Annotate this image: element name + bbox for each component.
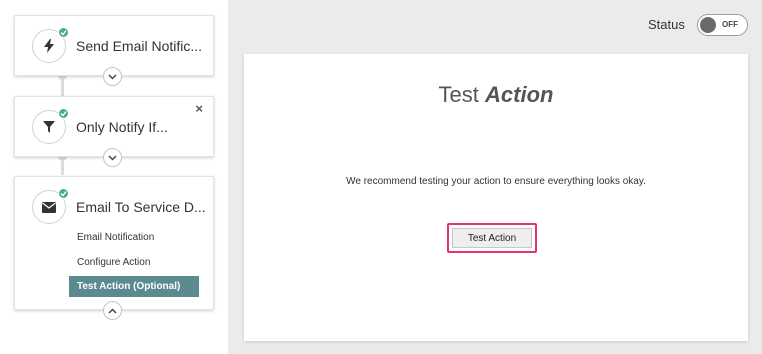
step-title: Email To Service D... xyxy=(76,199,206,215)
status-label: Status xyxy=(648,17,685,32)
sub-item-configure-action[interactable]: Configure Action xyxy=(69,252,199,273)
sub-item-email-notification[interactable]: Email Notification xyxy=(69,227,199,248)
check-icon xyxy=(58,188,69,199)
step-title: Only Notify If... xyxy=(76,119,168,135)
expand-step-button[interactable] xyxy=(103,67,122,86)
chevron-down-icon xyxy=(108,73,117,80)
panel-title-plain: Test xyxy=(438,82,479,107)
main-area: Status OFF Test Action We recommend test… xyxy=(228,0,762,354)
connector-line xyxy=(61,157,64,175)
workflow-sidebar: Send Email Notific... Only Notify If... … xyxy=(0,0,228,354)
funnel-filter-icon xyxy=(32,108,69,144)
highlight-box: Test Action xyxy=(447,223,537,253)
test-action-button[interactable]: Test Action xyxy=(452,228,532,248)
chevron-down-icon xyxy=(108,154,117,161)
check-icon xyxy=(58,27,69,38)
panel-title: Test Action xyxy=(244,82,748,108)
collapse-step-button[interactable] xyxy=(103,301,122,320)
workflow-step-card[interactable]: Email To Service D... Email Notification… xyxy=(14,176,214,310)
test-action-panel: Test Action We recommend testing your ac… xyxy=(244,54,748,341)
close-icon[interactable]: × xyxy=(195,102,203,115)
lightning-bolt-icon xyxy=(32,27,69,63)
panel-description: We recommend testing your action to ensu… xyxy=(346,176,646,187)
step-title: Send Email Notific... xyxy=(76,38,203,54)
toggle-knob xyxy=(700,17,716,33)
status-toggle[interactable]: OFF xyxy=(697,14,748,36)
expand-step-button[interactable] xyxy=(103,148,122,167)
sub-item-test-action[interactable]: Test Action (Optional) xyxy=(69,276,199,297)
envelope-icon xyxy=(32,188,69,224)
check-icon xyxy=(58,108,69,119)
panel-title-emphasis: Action xyxy=(485,82,554,107)
chevron-up-icon xyxy=(108,307,117,314)
connector-line xyxy=(61,76,64,96)
toggle-state-text: OFF xyxy=(722,20,738,29)
